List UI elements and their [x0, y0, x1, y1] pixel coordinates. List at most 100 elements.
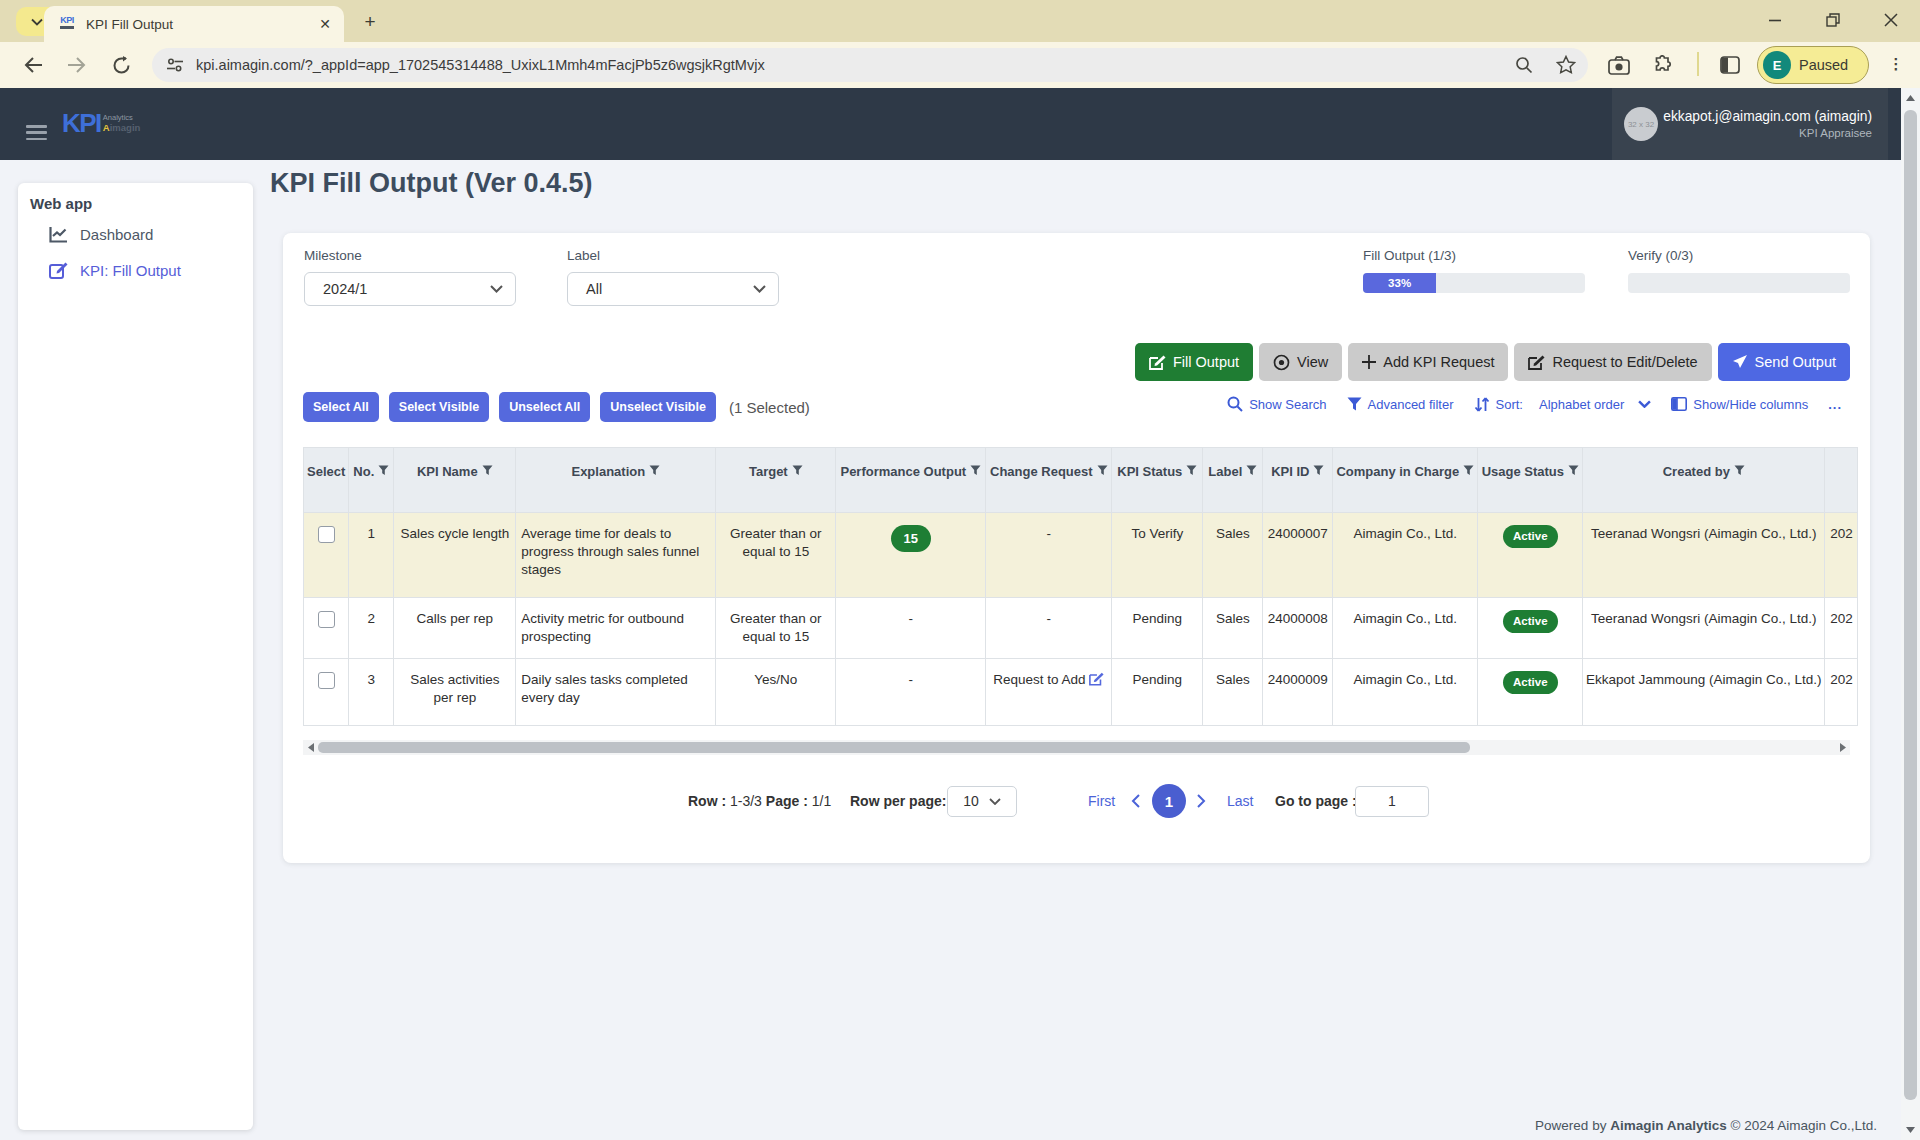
column-filter-icon[interactable] [378, 465, 389, 476]
browser-tab[interactable]: KPI KPI Fill Output ✕ [44, 6, 344, 42]
show-hide-columns-link[interactable]: Show/Hide columns [1671, 397, 1808, 412]
back-button[interactable] [18, 50, 48, 80]
column-filter-icon[interactable] [1246, 465, 1257, 476]
site-settings-icon[interactable] [166, 57, 184, 73]
row-per-page-select[interactable]: 10 [947, 783, 1017, 819]
user-role: KPI Appraisee [1658, 126, 1872, 140]
column-header-company-in-charge[interactable]: Company in Charge [1333, 448, 1478, 513]
request-edit-delete-button[interactable]: Request to Edit/Delete [1514, 343, 1711, 381]
browser-menu-icon[interactable]: ⋮ [1884, 50, 1908, 78]
milestone-select[interactable]: 2024/1 [304, 272, 516, 306]
address-bar[interactable]: kpi.aimagin.com/?_appId=app_170254531448… [152, 48, 1588, 82]
column-filter-icon[interactable] [1568, 465, 1579, 476]
user-avatar: 32 x 32 [1624, 107, 1658, 141]
column-header-created-by[interactable]: Created by [1583, 448, 1825, 513]
profile-paused-button[interactable]: E Paused [1757, 46, 1869, 84]
column-filter-icon[interactable] [1186, 465, 1197, 476]
column-filter-icon[interactable] [649, 465, 660, 476]
profile-avatar: E [1763, 51, 1791, 79]
hamburger-menu-icon[interactable] [26, 125, 47, 140]
forward-button[interactable] [62, 50, 92, 80]
column-header-target[interactable]: Target [716, 448, 836, 513]
page-scrollbar[interactable] [1901, 88, 1920, 1140]
column-filter-icon[interactable] [970, 465, 981, 476]
page-scrollbar-thumb[interactable] [1904, 110, 1917, 1100]
column-header-usage-status[interactable]: Usage Status [1478, 448, 1583, 513]
url-text[interactable]: kpi.aimagin.com/?_appId=app_170254531448… [196, 57, 1514, 73]
pagination-last[interactable]: Last [1227, 783, 1253, 819]
row-checkbox[interactable] [318, 526, 335, 543]
send-icon [1732, 354, 1748, 370]
more-options-link[interactable]: ... [1828, 397, 1842, 412]
scroll-up-icon[interactable] [1901, 90, 1920, 106]
table-scrollbar-thumb[interactable] [318, 742, 1470, 753]
reload-button[interactable] [106, 50, 136, 80]
column-header-kpi-id[interactable]: KPI ID [1263, 448, 1333, 513]
pagination-current-page[interactable]: 1 [1152, 783, 1186, 819]
show-search-link[interactable]: Show Search [1227, 396, 1326, 412]
fill-output-progress-label: Fill Output (1/3) [1363, 248, 1456, 263]
column-header-kpi-name[interactable]: KPI Name [394, 448, 516, 513]
table-horizontal-scrollbar[interactable] [303, 740, 1850, 755]
tab-close-icon[interactable]: ✕ [316, 15, 334, 33]
scroll-left-icon[interactable] [303, 740, 318, 755]
footer: Powered by Aimagin Analytics © 2024 Aima… [1535, 1118, 1877, 1133]
column-filter-icon[interactable] [1313, 465, 1324, 476]
scroll-down-icon[interactable] [1901, 1122, 1920, 1138]
view-button[interactable]: View [1259, 343, 1342, 381]
selected-count-text: (1 Selected) [729, 399, 810, 416]
change-request-cell[interactable]: Request to Add [986, 659, 1112, 726]
column-header-performance-output[interactable]: Performance Output [836, 448, 986, 513]
scroll-right-icon[interactable] [1835, 740, 1850, 755]
send-output-button[interactable]: Send Output [1718, 343, 1850, 381]
go-to-page-input[interactable]: 1 [1355, 783, 1429, 819]
edit-request-icon[interactable] [1089, 672, 1104, 686]
column-filter-icon[interactable] [1463, 465, 1474, 476]
advanced-filter-link[interactable]: Advanced filter [1347, 397, 1454, 412]
column-header-explanation[interactable]: Explanation [516, 448, 716, 513]
select-all-button[interactable]: Select All [303, 392, 379, 422]
extensions-icon[interactable] [1648, 51, 1676, 79]
window-close-button[interactable] [1862, 0, 1920, 40]
created-by-cell: Ekkapot Jammoung (Aimagin Co., Ltd.) [1583, 659, 1825, 726]
app-logo[interactable]: KPI Analytics Aimagin [62, 110, 140, 136]
created-date-cell: 202 [1825, 598, 1858, 659]
pagination-next-icon[interactable] [1197, 783, 1206, 819]
window-minimize-button[interactable] [1746, 0, 1804, 40]
unselect-all-button[interactable]: Unselect All [499, 392, 590, 422]
fill-output-button[interactable]: Fill Output [1135, 343, 1253, 381]
sort-control[interactable]: Sort: Alphabet order [1474, 397, 1652, 412]
new-tab-button[interactable]: + [358, 10, 382, 34]
column-filter-icon[interactable] [482, 465, 493, 476]
column-header-created-date[interactable] [1825, 448, 1858, 513]
row-checkbox[interactable] [318, 611, 335, 628]
pagination-first[interactable]: First [1088, 783, 1115, 819]
column-header-kpi-status[interactable]: KPI Status [1112, 448, 1203, 513]
column-header-label[interactable]: Label [1203, 448, 1263, 513]
sidebar-item-dashboard[interactable]: Dashboard [18, 217, 253, 251]
kpi-table-body: 1Sales cycle lengthAverage time for deal… [304, 513, 1858, 726]
kpi-status-cell: Pending [1112, 598, 1203, 659]
unselect-visible-button[interactable]: Unselect Visible [600, 392, 716, 422]
label-cell: Sales [1203, 598, 1263, 659]
sort-value[interactable]: Alphabet order [1539, 397, 1624, 412]
row-checkbox[interactable] [318, 672, 335, 689]
bookmark-star-icon[interactable] [1556, 55, 1576, 75]
screenshot-camera-icon[interactable] [1605, 51, 1633, 79]
column-filter-icon[interactable] [792, 465, 803, 476]
select-visible-button[interactable]: Select Visible [389, 392, 489, 422]
user-menu[interactable]: 32 x 32 ekkapot.j@aimagin.com (aimagin) … [1612, 88, 1888, 160]
zoom-icon[interactable] [1514, 55, 1534, 75]
column-header-change-request[interactable]: Change Request [986, 448, 1112, 513]
window-restore-button[interactable] [1804, 0, 1862, 40]
sidebar-item-kpi-fill-output[interactable]: KPI: Fill Output [18, 253, 253, 287]
column-header-select[interactable]: Select [304, 448, 349, 513]
add-kpi-request-button[interactable]: Add KPI Request [1348, 343, 1508, 381]
side-panel-icon[interactable] [1716, 51, 1744, 79]
label-select[interactable]: All [567, 272, 779, 306]
toolbar-divider [1697, 52, 1699, 76]
column-filter-icon[interactable] [1734, 465, 1745, 476]
column-header-no-[interactable]: No. [349, 448, 394, 513]
column-filter-icon[interactable] [1097, 465, 1108, 476]
pagination-prev-icon[interactable] [1131, 783, 1140, 819]
